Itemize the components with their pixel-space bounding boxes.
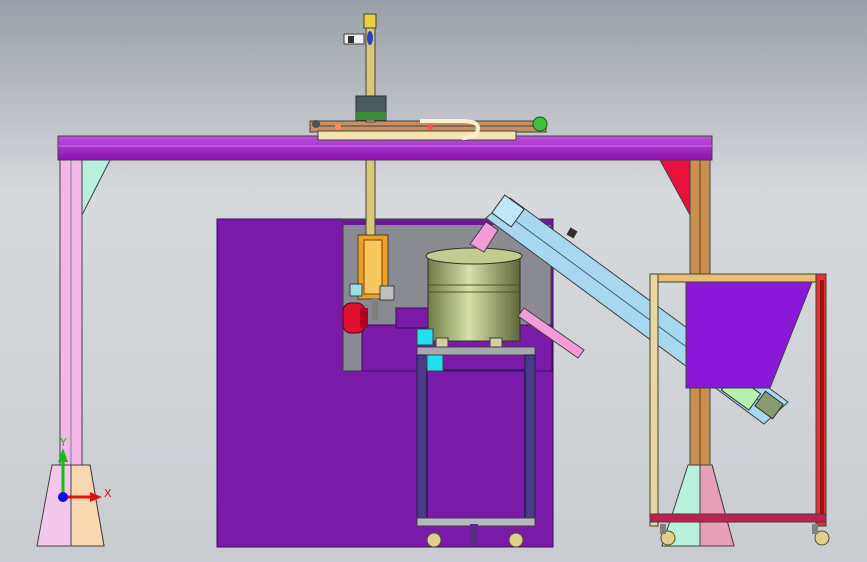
cyan-block: [416, 328, 434, 346]
caster-left: [426, 532, 442, 548]
caster-right: [508, 532, 524, 548]
triad-y-label: Y: [59, 436, 67, 449]
rail-end-motor: [532, 116, 548, 132]
triad-z-axis: [58, 492, 68, 502]
cad-viewport[interactable]: X Y: [0, 0, 867, 562]
triad-x-label: X: [104, 487, 112, 500]
bowl-feeder: [425, 247, 523, 349]
